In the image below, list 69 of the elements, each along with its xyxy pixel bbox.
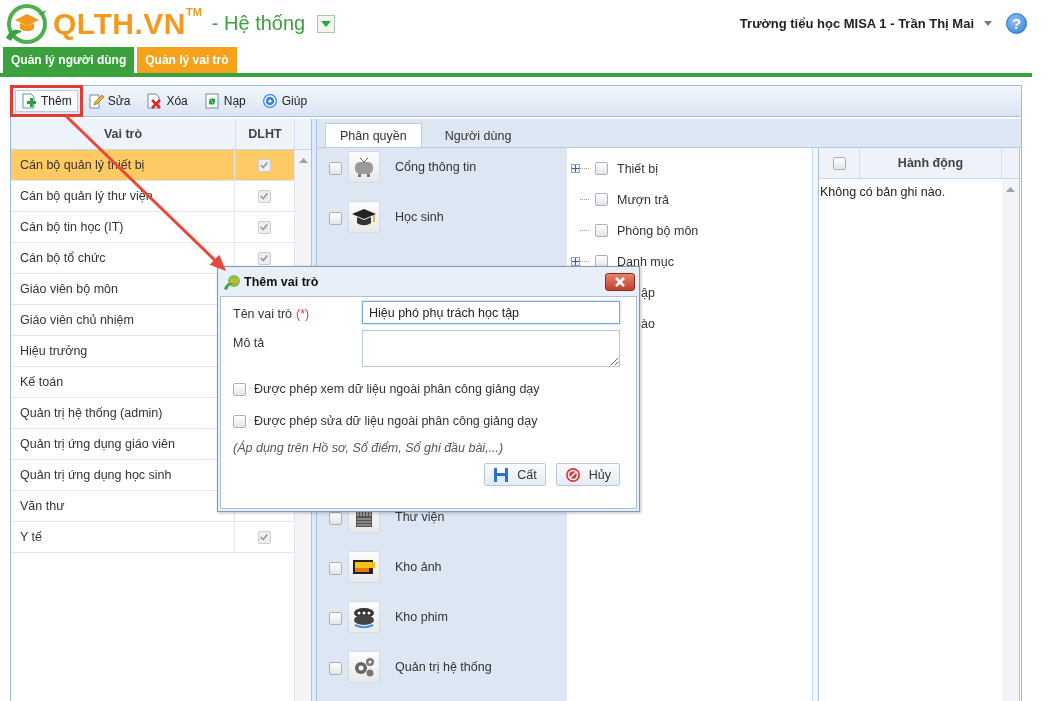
module-label[interactable]: Kho phim — [395, 610, 448, 624]
module-label[interactable]: Cổng thông tin — [395, 160, 477, 174]
television-icon[interactable] — [348, 151, 380, 183]
field-label: Tên vai trò — [233, 307, 293, 321]
caret-icon[interactable] — [984, 21, 992, 26]
tree-item[interactable]: ào — [641, 316, 655, 331]
tree-item[interactable]: ập — [641, 285, 655, 300]
input-field[interactable]: Hiệu phó phụ trách học tập — [361, 301, 620, 324]
tree-item[interactable]: Thiết bị — [617, 161, 658, 176]
toolbar-button[interactable]: Giúp — [255, 90, 314, 112]
panel-tab[interactable]: Phân quyền — [325, 123, 422, 147]
save-button[interactable]: Cất — [484, 463, 546, 486]
checkbox[interactable] — [329, 662, 342, 675]
field-label: Mô tả — [233, 336, 265, 350]
pencil-document-icon — [87, 93, 104, 109]
checkbox[interactable] — [832, 156, 846, 170]
logo-text: QLTH.VN — [53, 6, 186, 41]
close-icon — [614, 276, 626, 287]
add-document-icon — [21, 93, 37, 109]
checkbox[interactable] — [329, 562, 342, 575]
refresh-icon — [203, 93, 220, 109]
column-header: Vai trò — [11, 119, 236, 149]
checkbox[interactable] — [329, 512, 342, 525]
dialog-icon — [223, 272, 241, 291]
logo-icon — [3, 1, 49, 46]
required-mark: (*) — [296, 307, 310, 321]
table-row[interactable]: Y tế — [11, 522, 294, 553]
tree-item[interactable]: Mượn trả — [617, 192, 669, 207]
column-header: DLHT — [236, 119, 295, 149]
checkbox[interactable] — [595, 224, 608, 237]
checkbox[interactable] — [233, 414, 246, 428]
panel-tab[interactable]: Người dùng — [429, 123, 527, 147]
module-label[interactable]: Thư viện — [395, 510, 445, 524]
module-label[interactable]: Quản trị hệ thống — [395, 660, 492, 674]
prohibited-icon — [564, 466, 581, 483]
checkbox[interactable] — [595, 193, 608, 206]
delete-document-icon — [146, 93, 163, 109]
module-label[interactable]: Học sinh — [395, 210, 444, 224]
checkbox[interactable] — [329, 612, 342, 625]
trademark-mark: TM — [185, 6, 202, 18]
text-area[interactable] — [362, 330, 620, 367]
film-reel-icon[interactable] — [348, 601, 380, 633]
table-row[interactable]: Cán bộ tin học (IT) — [11, 212, 294, 243]
folder-icon[interactable] — [348, 551, 380, 583]
cancel-button[interactable]: Hủy — [555, 463, 620, 486]
module-title: - Hệ thống — [211, 12, 306, 35]
tree-item[interactable]: Danh mục — [617, 254, 674, 269]
checkbox[interactable] — [595, 162, 608, 175]
gears-icon[interactable] — [348, 651, 380, 683]
empty-message: Không có bản ghi nào. — [819, 184, 947, 201]
toolbar-button[interactable]: Nạp — [197, 90, 252, 112]
caret-icon[interactable] — [321, 20, 332, 27]
graduation-cap-icon[interactable] — [348, 201, 380, 233]
expand-icon[interactable] — [571, 164, 580, 173]
toolbar-button[interactable]: Sửa — [81, 90, 137, 112]
close-button[interactable] — [605, 272, 635, 291]
tree-item[interactable]: Phòng bộ môn — [617, 223, 699, 238]
checkbox[interactable] — [329, 212, 342, 225]
checkbox[interactable] — [233, 382, 246, 396]
toolbar-button[interactable]: Xóa — [140, 90, 194, 112]
scroll-up-icon[interactable] — [1006, 187, 1015, 192]
module-label[interactable]: Kho ảnh — [395, 560, 442, 574]
column-header: Hành động — [860, 148, 1002, 178]
module-dropdown-button[interactable] — [317, 14, 336, 33]
table-cell: Y tế — [11, 522, 235, 552]
scroll-up-icon[interactable] — [298, 158, 308, 163]
user-name: Trường tiểu học MISA 1 - Trần Thị Mai — [739, 16, 974, 31]
table-cell: Cán bộ tin học (IT) — [11, 212, 235, 242]
checkbox[interactable] — [329, 162, 342, 175]
